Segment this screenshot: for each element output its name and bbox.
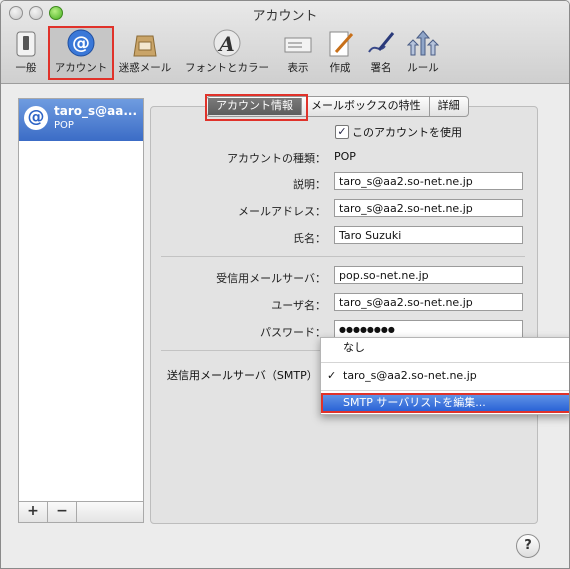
remove-account-button[interactable]: − bbox=[48, 502, 77, 522]
tab-mailbox-behaviors[interactable]: メールボックスの特性 bbox=[303, 97, 430, 116]
menu-separator bbox=[321, 362, 569, 363]
enable-account-checkbox[interactable]: ✓ bbox=[335, 125, 349, 139]
compose-pen-icon bbox=[329, 31, 354, 57]
toolbar-label: ルール bbox=[407, 62, 439, 74]
incoming-server-field[interactable]: pop.so-net.ne.jp bbox=[334, 266, 523, 284]
signature-pen-icon bbox=[368, 32, 395, 53]
description-label: 説明： bbox=[293, 178, 326, 191]
menu-item-none[interactable]: なし bbox=[321, 338, 569, 358]
account-type: POP bbox=[54, 120, 74, 131]
menu-separator bbox=[321, 390, 569, 391]
toolbar-label: 表示 bbox=[287, 62, 309, 74]
account-type-label: アカウントの種類： bbox=[227, 152, 326, 165]
at-sign-icon: @ bbox=[67, 29, 95, 57]
email-label: メールアドレス： bbox=[238, 205, 326, 218]
rules-arrows-icon bbox=[407, 30, 439, 56]
toolbar-junk-mail[interactable]: 迷惑メール bbox=[115, 28, 175, 75]
account-list-item[interactable]: @ taro_s@aa... POP bbox=[19, 99, 143, 141]
junk-mail-bag-icon bbox=[133, 35, 157, 57]
titlebar: アカウント 一般 @ アカウント 迷惑メール A フォントとカラー 表示 作成 … bbox=[1, 1, 569, 84]
smtp-server-label: 送信用メールサーバ（SMTP） bbox=[167, 369, 318, 382]
toolbar-rules[interactable]: ルール bbox=[404, 28, 442, 75]
toolbar-label: アカウント bbox=[54, 62, 108, 74]
help-button[interactable]: ? bbox=[516, 534, 540, 558]
account-details-panel bbox=[150, 106, 538, 524]
toolbar-label: 署名 bbox=[370, 62, 392, 74]
toolbar-accounts[interactable]: @ アカウント bbox=[48, 26, 114, 80]
add-account-button[interactable]: + bbox=[19, 502, 48, 522]
svg-text:@: @ bbox=[72, 33, 90, 54]
tab-advanced[interactable]: 詳細 bbox=[430, 97, 468, 116]
font-color-icon: A bbox=[213, 29, 241, 57]
toolbar-label: フォントとカラー bbox=[185, 62, 269, 74]
menu-item-label: taro_s@aa2.so-net.ne.jp bbox=[343, 369, 477, 382]
enable-account-label: このアカウントを使用 bbox=[352, 126, 462, 139]
account-list: @ taro_s@aa... POP bbox=[18, 98, 144, 523]
full-name-field[interactable]: Taro Suzuki bbox=[334, 226, 523, 244]
full-name-label: 氏名： bbox=[293, 232, 326, 245]
switch-icon bbox=[16, 31, 36, 57]
toolbar-label: 作成 bbox=[329, 62, 351, 74]
content-area: @ taro_s@aa... POP + − アカウント情報 メールボックスの特… bbox=[1, 84, 569, 568]
toolbar-label: 迷惑メール bbox=[118, 62, 172, 74]
preferences-window: アカウント 一般 @ アカウント 迷惑メール A フォントとカラー 表示 作成 … bbox=[0, 0, 570, 569]
password-field[interactable]: ●●●●●●●● bbox=[334, 320, 523, 338]
window-title: アカウント bbox=[252, 9, 318, 24]
toolbar-compose[interactable]: 作成 bbox=[323, 28, 357, 75]
username-field[interactable]: taro_s@aa2.so-net.ne.jp bbox=[334, 293, 523, 311]
account-name: taro_s@aa... bbox=[54, 104, 138, 118]
toolbar-signatures[interactable]: 署名 bbox=[364, 28, 398, 75]
account-list-footer: + − bbox=[18, 501, 144, 523]
description-field[interactable]: taro_s@aa2.so-net.ne.jp bbox=[334, 172, 523, 190]
account-type-value: POP bbox=[334, 150, 356, 163]
email-field[interactable]: taro_s@aa2.so-net.ne.jp bbox=[334, 199, 523, 217]
username-label: ユーザ名： bbox=[271, 299, 326, 312]
separator bbox=[161, 256, 525, 257]
svg-text:A: A bbox=[217, 32, 235, 56]
toolbar-general[interactable]: 一般 bbox=[9, 28, 43, 75]
checkmark-icon: ✓ bbox=[327, 369, 337, 382]
menu-item-smtp-account[interactable]: ✓ taro_s@aa2.so-net.ne.jp bbox=[321, 366, 569, 386]
toolbar-view[interactable]: 表示 bbox=[280, 28, 316, 75]
tab-account-info[interactable]: アカウント情報 bbox=[208, 98, 302, 115]
toolbar-fonts-colors[interactable]: A フォントとカラー bbox=[181, 28, 273, 75]
menu-item-edit-smtp-list[interactable]: SMTP サーバリストを編集... bbox=[321, 393, 569, 413]
smtp-server-dropdown-menu: なし ✓ taro_s@aa2.so-net.ne.jp SMTP サーバリスト… bbox=[320, 337, 569, 415]
view-icon bbox=[284, 37, 312, 53]
password-label: パスワード： bbox=[260, 326, 326, 339]
toolbar-label: 一般 bbox=[15, 62, 37, 74]
tab-bar: アカウント情報 メールボックスの特性 詳細 bbox=[206, 96, 469, 117]
incoming-server-label: 受信用メールサーバ： bbox=[216, 272, 326, 285]
at-sign-icon: @ bbox=[24, 106, 48, 130]
